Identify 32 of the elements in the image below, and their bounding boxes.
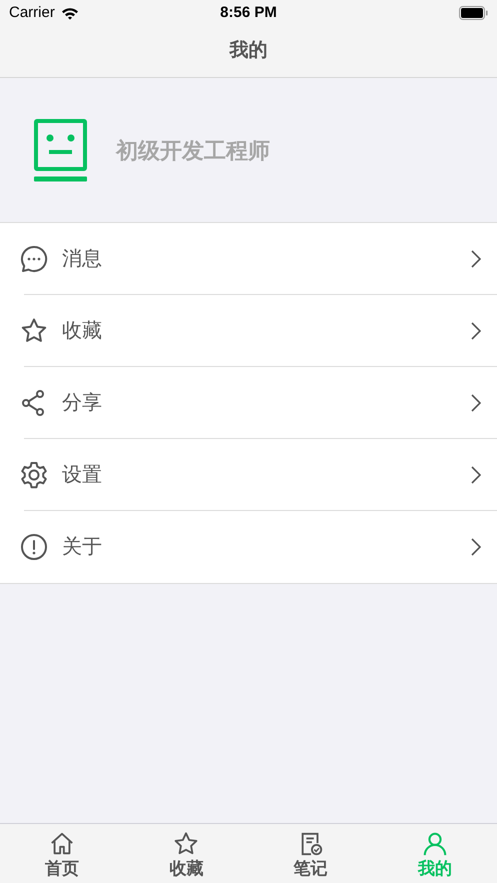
robot-face-icon: [34, 118, 87, 182]
menu-item[interactable]: 分享: [0, 367, 497, 439]
nav-title: 我的: [230, 39, 268, 64]
chevron-right-icon: [471, 466, 481, 484]
menu-item[interactable]: 关于: [0, 511, 497, 583]
profile-name: 初级开发工程师: [116, 136, 270, 164]
tab-item[interactable]: 收藏: [124, 824, 248, 883]
chevron-right-icon: [471, 322, 481, 340]
wifi-icon: [60, 6, 79, 20]
battery-icon: [459, 6, 488, 20]
person-icon: [422, 831, 448, 857]
menu-item[interactable]: 收藏: [0, 295, 497, 367]
tab-item[interactable]: 笔记: [248, 824, 373, 883]
house-icon: [49, 831, 76, 857]
carrier-label: Carrier: [9, 2, 55, 23]
menu-label: 消息: [62, 247, 103, 272]
chat-bubble-icon: [20, 245, 48, 273]
star-icon: [20, 317, 48, 345]
chevron-right-icon: [471, 250, 481, 268]
menu-label: 设置: [62, 463, 103, 488]
exclamation-circle-icon: [20, 533, 48, 561]
chevron-right-icon: [471, 538, 481, 556]
tab-item[interactable]: 首页: [0, 824, 124, 883]
menu-item[interactable]: 消息: [0, 223, 497, 295]
menu-item[interactable]: 设置: [0, 439, 497, 511]
star-icon: [173, 831, 200, 857]
menu-label: 关于: [62, 535, 103, 560]
gear-icon: [20, 461, 48, 489]
clock-time: 8:56 PM: [220, 2, 277, 23]
menu-label: 分享: [62, 391, 103, 416]
chevron-right-icon: [471, 394, 481, 412]
menu-label: 收藏: [62, 319, 103, 344]
